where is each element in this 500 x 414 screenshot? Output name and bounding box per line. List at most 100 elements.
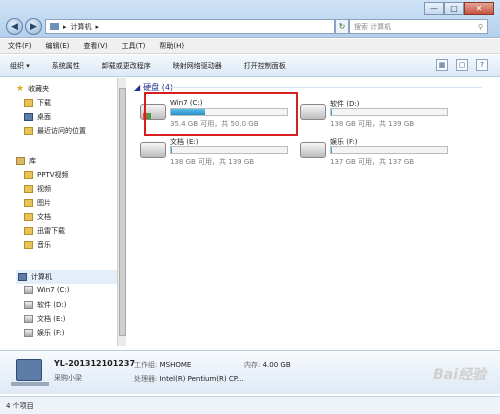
drive-icon bbox=[24, 286, 33, 294]
status-bar: 4 个项目 bbox=[0, 396, 500, 414]
memory-label: 内存: bbox=[244, 361, 261, 369]
sidebar-item-videos[interactable]: 视频 bbox=[24, 184, 51, 194]
sidebar-libraries-label: 库 bbox=[29, 157, 36, 165]
drive-usage-bar bbox=[330, 108, 448, 116]
group-divider bbox=[170, 87, 482, 88]
drive-d[interactable]: 软件 (D:) 138 GB 可用，共 139 GB bbox=[300, 96, 460, 136]
drive-usage-fill bbox=[171, 147, 173, 153]
menu-bar: 文件(F) 编辑(E) 查看(V) 工具(T) 帮助(H) bbox=[0, 39, 500, 54]
search-icon: ⚲ bbox=[477, 22, 483, 31]
menu-view[interactable]: 查看(V) bbox=[83, 41, 107, 51]
back-button[interactable]: ◀ bbox=[6, 18, 23, 35]
navigation-pane: ★ 收藏夹 下载 桌面 最近访问的位置 库 PPTV视频 视频 图片 文档 迅雷… bbox=[10, 78, 125, 365]
uninstall-program-button[interactable]: 卸载或更改程序 bbox=[102, 61, 151, 71]
sidebar-item-recent[interactable]: 最近访问的位置 bbox=[24, 126, 86, 136]
drive-e[interactable]: 文档 (E:) 138 GB 可用，共 139 GB bbox=[140, 134, 300, 174]
address-separator: ▸ bbox=[63, 22, 67, 31]
forward-button[interactable]: ▶ bbox=[25, 18, 42, 35]
title-bar: — □ ✕ ◀ ▶ ▸ 计算机 ▸ ↻ 搜索 计算机 ⚲ bbox=[0, 0, 500, 38]
drive-usage-bar bbox=[170, 146, 288, 154]
drive-usage-fill bbox=[331, 147, 333, 153]
sidebar-item-pptv[interactable]: PPTV视频 bbox=[24, 170, 69, 180]
highlight-annotation bbox=[144, 92, 298, 136]
sidebar-computer[interactable]: 计算机 bbox=[16, 270, 122, 284]
menu-file[interactable]: 文件(F) bbox=[8, 41, 32, 51]
drive-space-info: 138 GB 可用，共 139 GB bbox=[330, 120, 415, 128]
sidebar-item-drive-f[interactable]: 娱乐 (F:) bbox=[24, 328, 65, 338]
drive-space-info: 138 GB 可用，共 139 GB bbox=[170, 158, 255, 166]
star-icon: ★ bbox=[16, 83, 25, 94]
sidebar-item-label: 迅雷下载 bbox=[37, 227, 65, 235]
minimize-button[interactable]: — bbox=[424, 2, 444, 15]
computer-icon bbox=[11, 359, 49, 386]
window-controls: — □ ✕ bbox=[424, 2, 494, 15]
video-library-icon bbox=[24, 185, 33, 193]
drive-icon bbox=[140, 142, 166, 158]
computer-icon bbox=[18, 273, 27, 281]
sidebar-item-label: 桌面 bbox=[37, 113, 51, 121]
workgroup-info: 工作组: MSHOME bbox=[134, 360, 191, 370]
open-control-panel-button[interactable]: 打开控制面板 bbox=[244, 61, 286, 71]
sidebar-item-documents[interactable]: 文档 bbox=[24, 212, 51, 222]
drive-usage-bar bbox=[330, 146, 448, 154]
organize-button[interactable]: 组织 ▾ bbox=[10, 61, 30, 71]
drive-icon bbox=[24, 315, 33, 323]
close-button[interactable]: ✕ bbox=[464, 2, 494, 15]
processor-value: Intel(R) Pentium(R) CP... bbox=[159, 375, 244, 383]
sidebar-item-label: 文档 (E:) bbox=[37, 315, 66, 323]
search-input[interactable]: 搜索 计算机 ⚲ bbox=[349, 19, 488, 34]
navigation-scrollbar[interactable] bbox=[117, 78, 126, 346]
sidebar-item-label: PPTV视频 bbox=[37, 171, 69, 179]
sidebar-item-downloads[interactable]: 下载 bbox=[24, 98, 51, 108]
sidebar-item-music[interactable]: 音乐 bbox=[24, 240, 51, 250]
menu-tools[interactable]: 工具(T) bbox=[122, 41, 146, 51]
maximize-button[interactable]: □ bbox=[444, 2, 464, 15]
sidebar-item-label: 文档 bbox=[37, 213, 51, 221]
sidebar-favorites-label: 收藏夹 bbox=[28, 85, 50, 93]
sidebar-computer-label: 计算机 bbox=[31, 273, 52, 281]
drive-icon bbox=[300, 142, 326, 158]
sidebar-item-drive-d[interactable]: 软件 (D:) bbox=[24, 300, 66, 310]
menu-edit[interactable]: 编辑(E) bbox=[46, 41, 70, 51]
memory-value: 4.00 GB bbox=[262, 361, 291, 369]
sidebar-favorites[interactable]: ★ 收藏夹 bbox=[16, 84, 49, 94]
sidebar-item-drive-c[interactable]: Win7 (C:) bbox=[24, 286, 70, 294]
sidebar-item-drive-e[interactable]: 文档 (E:) bbox=[24, 314, 65, 324]
sidebar-item-thunder[interactable]: 迅雷下载 bbox=[24, 226, 65, 236]
library-icon bbox=[16, 157, 25, 165]
sidebar-item-label: 图片 bbox=[37, 199, 51, 207]
system-properties-button[interactable]: 系统属性 bbox=[52, 61, 80, 71]
collapse-icon: ◢ bbox=[134, 83, 141, 92]
sidebar-item-desktop[interactable]: 桌面 bbox=[24, 112, 51, 122]
search-placeholder: 搜索 计算机 bbox=[354, 22, 392, 31]
change-view-icon[interactable]: ▦ bbox=[436, 59, 448, 71]
address-bar[interactable]: ▸ 计算机 ▸ bbox=[45, 19, 335, 34]
sidebar-item-label: 视频 bbox=[37, 185, 51, 193]
preview-pane-icon[interactable]: ▢ bbox=[456, 59, 468, 71]
sidebar-item-pictures[interactable]: 图片 bbox=[24, 198, 51, 208]
download-library-icon bbox=[24, 227, 33, 235]
view-controls: ▦ ▢ ? bbox=[436, 59, 488, 71]
help-icon[interactable]: ? bbox=[476, 59, 488, 71]
drive-icon bbox=[300, 104, 326, 120]
refresh-button[interactable]: ↻ bbox=[335, 19, 349, 34]
map-network-drive-button[interactable]: 映射网络驱动器 bbox=[173, 61, 222, 71]
computer-description: 采购小梁 bbox=[54, 374, 82, 382]
workgroup-label: 工作组: bbox=[134, 361, 158, 369]
sidebar-item-label: 下载 bbox=[37, 99, 51, 107]
computer-name: YL-201312101237 bbox=[54, 359, 136, 368]
sidebar-item-label: Win7 (C:) bbox=[37, 286, 70, 294]
scrollbar-thumb[interactable] bbox=[119, 88, 126, 336]
sidebar-item-label: 最近访问的位置 bbox=[37, 127, 86, 135]
document-library-icon bbox=[24, 213, 33, 221]
drive-icon bbox=[24, 301, 33, 309]
drive-f[interactable]: 娱乐 (F:) 137 GB 可用，共 137 GB bbox=[300, 134, 460, 174]
processor-info: 处理器: Intel(R) Pentium(R) CP... bbox=[134, 374, 244, 384]
picture-library-icon bbox=[24, 199, 33, 207]
address-crumb-computer[interactable]: 计算机 bbox=[71, 22, 92, 32]
menu-help[interactable]: 帮助(H) bbox=[159, 41, 184, 51]
item-count: 4 个项目 bbox=[6, 401, 34, 410]
memory-info: 内存: 4.00 GB bbox=[244, 360, 291, 370]
sidebar-libraries[interactable]: 库 bbox=[16, 156, 36, 166]
video-folder-icon bbox=[24, 171, 33, 179]
